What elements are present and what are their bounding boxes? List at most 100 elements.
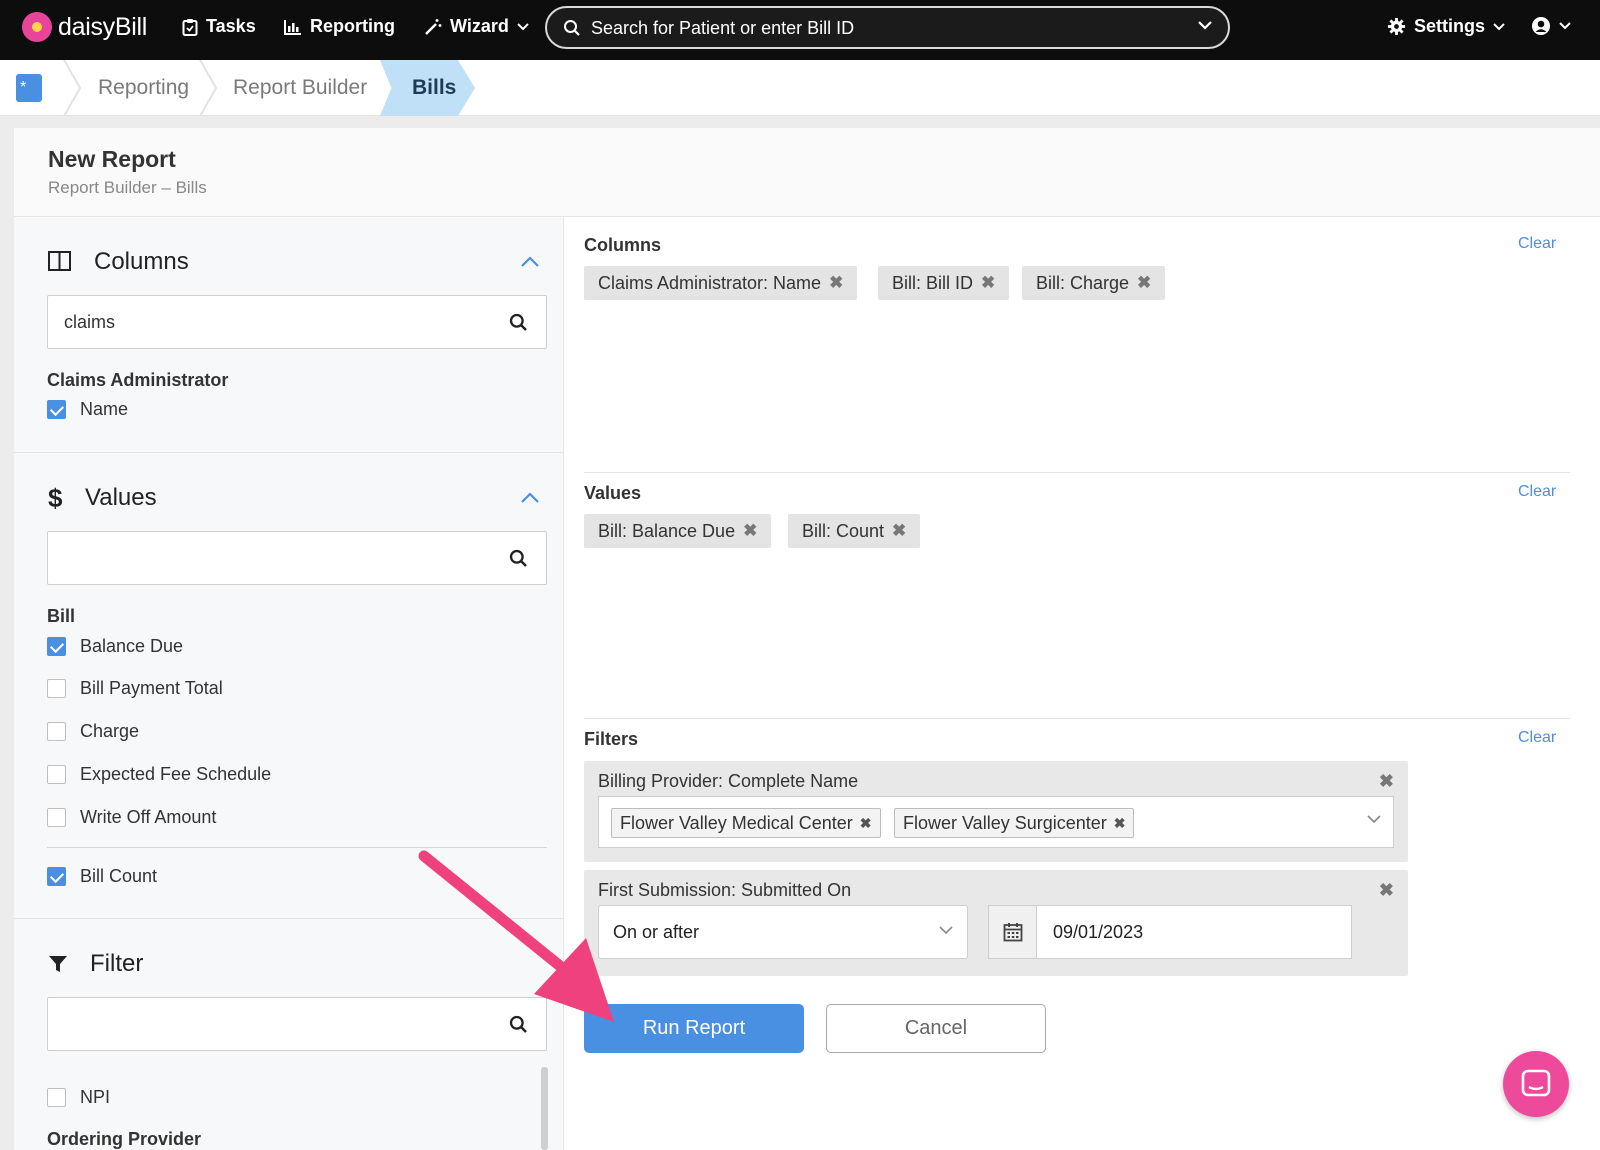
checkbox[interactable] xyxy=(47,722,66,741)
chevron-down-icon[interactable] xyxy=(1367,815,1381,824)
checkbox[interactable] xyxy=(47,765,66,784)
breadcrumb-reporting[interactable]: Reporting xyxy=(98,76,189,100)
chevron-up-icon[interactable] xyxy=(520,492,540,504)
nav-reporting-label: Reporting xyxy=(310,16,395,36)
option-label: NPI xyxy=(80,1087,111,1107)
column-pill: Bill: Charge ✖ xyxy=(1022,266,1166,300)
remove-icon[interactable]: ✖ xyxy=(829,273,843,293)
columns-icon xyxy=(48,251,71,271)
nav-wizard[interactable]: Wizard xyxy=(424,16,529,37)
run-report-button[interactable]: Run Report xyxy=(584,1004,804,1053)
breadcrumb-separator xyxy=(63,60,82,116)
option-label: Name xyxy=(80,399,129,419)
columns-search-input[interactable]: claims xyxy=(47,295,547,349)
magic-wand-icon xyxy=(425,18,442,35)
chevron-down-icon[interactable] xyxy=(1198,21,1212,30)
value-option-bill-count[interactable]: Bill Count xyxy=(47,866,157,887)
column-pill: Bill: Bill ID ✖ xyxy=(878,266,1010,300)
breadcrumb-report-builder[interactable]: Report Builder xyxy=(233,76,367,100)
columns-section-title: Columns xyxy=(94,248,189,275)
operator-value: On or after xyxy=(613,922,700,942)
pill-label: Claims Administrator: Name xyxy=(598,272,822,293)
value-option-write-off-amount[interactable]: Write Off Amount xyxy=(47,807,216,828)
checkbox-checked[interactable] xyxy=(47,637,66,656)
nav-reporting[interactable]: Reporting xyxy=(284,16,395,37)
filter-title: Billing Provider: Complete Name xyxy=(598,771,859,791)
chat-launcher[interactable] xyxy=(1503,1051,1569,1117)
nav-settings[interactable]: Settings xyxy=(1387,16,1505,37)
page-subtitle: Report Builder – Bills xyxy=(48,178,207,197)
checkbox-checked[interactable] xyxy=(47,400,66,419)
remove-tag-icon[interactable]: ✖ xyxy=(1114,815,1126,832)
ordering-provider-group: Ordering Provider xyxy=(47,1129,202,1149)
tag-label: Flower Valley Medical Center xyxy=(620,812,853,833)
checkbox-checked[interactable] xyxy=(47,867,66,886)
nav-settings-label: Settings xyxy=(1414,16,1486,36)
nav-tasks[interactable]: Tasks xyxy=(182,16,256,37)
search-placeholder: Search for Patient or enter Bill ID xyxy=(591,18,855,38)
provider-multiselect[interactable]: Flower Valley Medical Center ✖ Flower Val… xyxy=(598,796,1394,848)
date-input[interactable]: 09/01/2023 xyxy=(1036,905,1352,959)
card-header: New Report Report Builder – Bills xyxy=(14,128,1600,217)
checkbox[interactable] xyxy=(47,808,66,827)
clear-filters-link[interactable]: Clear xyxy=(1518,729,1556,747)
remove-tag-icon[interactable]: ✖ xyxy=(860,815,872,832)
divider xyxy=(47,847,547,848)
value-option-balance-due[interactable]: Balance Due xyxy=(47,636,183,657)
value-option-charge[interactable]: Charge xyxy=(47,721,139,742)
breadcrumb: Reporting Report Builder Bills xyxy=(0,60,1600,116)
selected-filters-label: Filters xyxy=(584,729,639,749)
divider xyxy=(14,918,564,919)
checkbox[interactable] xyxy=(47,679,66,698)
pill-label: Bill: Bill ID xyxy=(892,272,974,293)
search-icon xyxy=(564,20,580,36)
filter-option-npi[interactable]: NPI xyxy=(47,1087,110,1108)
option-label: Bill Payment Total xyxy=(80,678,223,698)
remove-icon[interactable]: ✖ xyxy=(981,273,995,293)
calendar-icon xyxy=(1003,923,1023,942)
value-pill: Bill: Balance Due ✖ xyxy=(584,514,772,548)
option-label: Bill Count xyxy=(80,866,158,886)
column-pill: Claims Administrator: Name ✖ xyxy=(584,266,858,300)
search-icon xyxy=(509,549,527,567)
clear-columns-link[interactable]: Clear xyxy=(1518,235,1556,253)
value-option-bill-payment-total[interactable]: Bill Payment Total xyxy=(47,678,223,699)
divider xyxy=(584,472,1570,473)
user-menu[interactable] xyxy=(1531,16,1571,36)
filter-list-scrollbar[interactable] xyxy=(541,1067,548,1150)
column-option-name[interactable]: Name xyxy=(47,399,128,420)
option-label: Charge xyxy=(80,721,140,741)
claims-administrator-group: Claims Administrator xyxy=(47,370,229,390)
remove-icon[interactable]: ✖ xyxy=(892,521,906,541)
values-search-input[interactable] xyxy=(47,531,547,585)
filter-search-input[interactable] xyxy=(47,997,547,1051)
value-option-expected-fee-schedule[interactable]: Expected Fee Schedule xyxy=(47,764,271,785)
chevron-up-icon[interactable] xyxy=(520,256,540,268)
value-pill: Bill: Count ✖ xyxy=(788,514,921,548)
nav-tasks-label: Tasks xyxy=(206,16,256,36)
date-operator-select[interactable]: On or after xyxy=(598,905,968,959)
dollar-icon: $ xyxy=(48,483,63,513)
divider xyxy=(14,452,564,453)
page-title: New Report xyxy=(48,146,176,172)
home-icon[interactable] xyxy=(16,74,42,102)
billing-provider-filter: Billing Provider: Complete Name ✖ Flower… xyxy=(584,761,1408,862)
remove-icon[interactable]: ✖ xyxy=(743,521,757,541)
selected-values-label: Values xyxy=(584,483,642,503)
brand-logo[interactable]: daisyBill xyxy=(22,12,147,42)
remove-filter-icon[interactable]: ✖ xyxy=(1379,771,1394,792)
clear-values-link[interactable]: Clear xyxy=(1518,483,1556,501)
checkbox[interactable] xyxy=(47,1088,66,1107)
user-avatar-icon xyxy=(1532,17,1550,35)
cancel-button[interactable]: Cancel xyxy=(826,1004,1046,1053)
filter-funnel-icon xyxy=(49,956,67,972)
remove-filter-icon[interactable]: ✖ xyxy=(1379,880,1394,901)
daisy-icon xyxy=(22,12,52,42)
selected-columns-label: Columns xyxy=(584,235,662,255)
remove-icon[interactable]: ✖ xyxy=(1137,273,1151,293)
calendar-button[interactable] xyxy=(988,905,1036,959)
pill-label: Bill: Count xyxy=(802,520,885,541)
patient-search[interactable]: Search for Patient or enter Bill ID xyxy=(545,6,1230,49)
nav-wizard-label: Wizard xyxy=(450,16,509,36)
bill-group: Bill xyxy=(47,606,76,626)
